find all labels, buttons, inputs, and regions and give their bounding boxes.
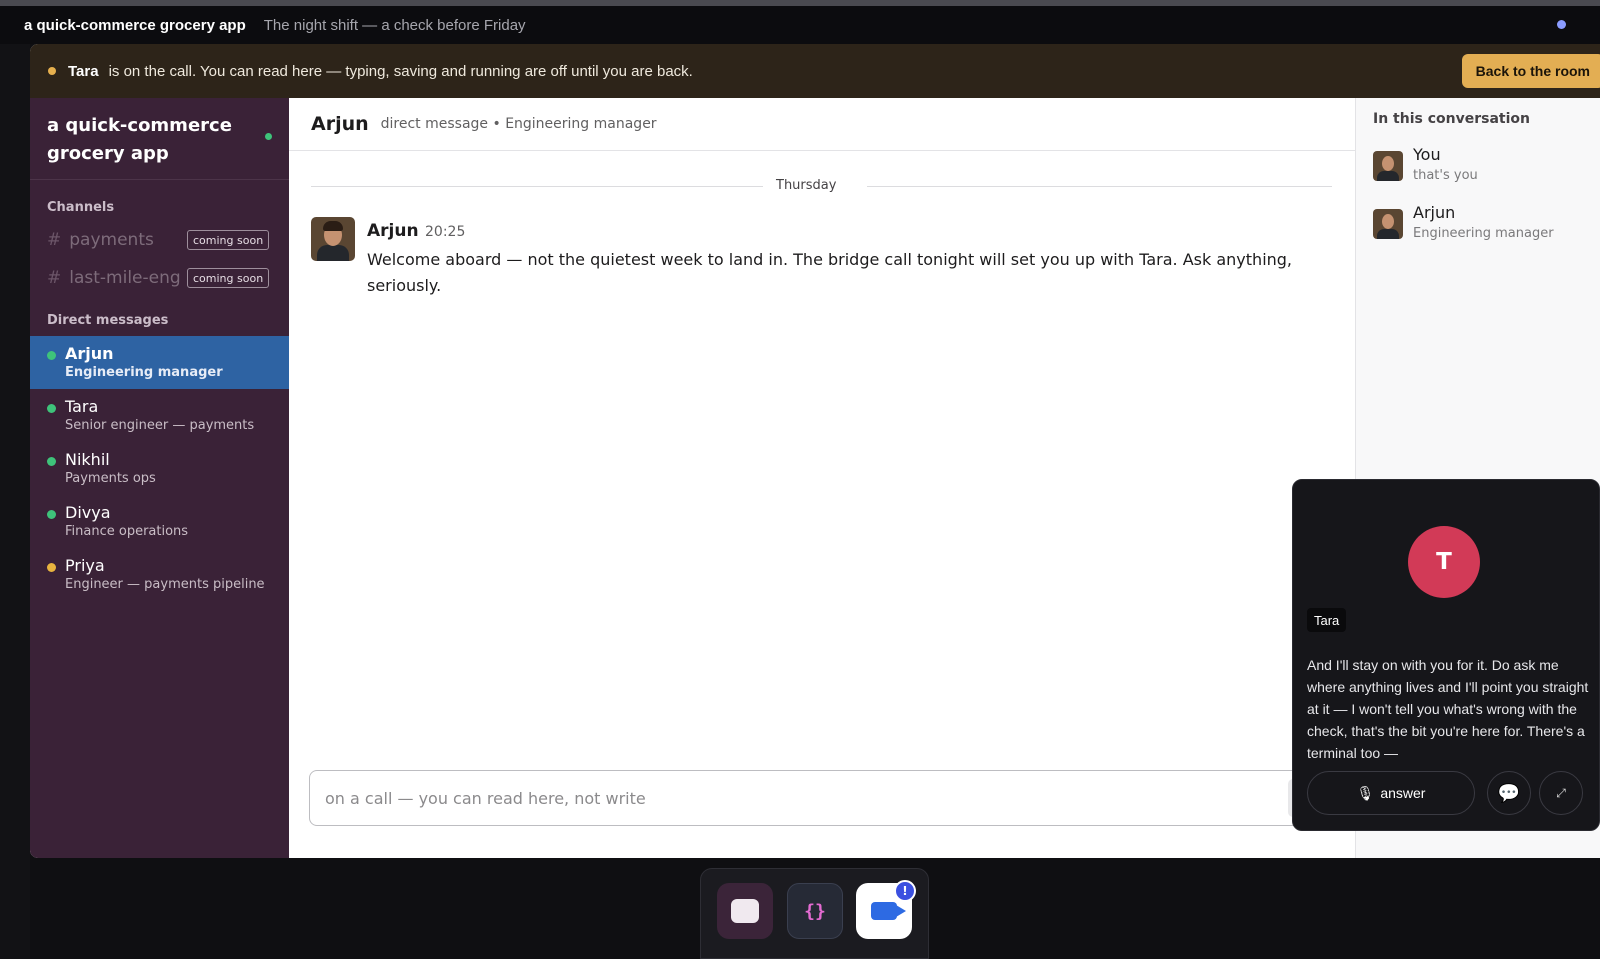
banner-dot xyxy=(48,67,56,75)
online-status-dot xyxy=(47,351,56,360)
expand-button[interactable]: ⤢ xyxy=(1539,771,1583,815)
workspace-header[interactable]: a quick-commerce grocery app xyxy=(30,98,289,180)
online-status-dot xyxy=(47,404,56,413)
dm-role: Engineering manager xyxy=(65,365,223,380)
member-arjun[interactable]: Arjun Engineering manager xyxy=(1356,203,1600,261)
app-dock: {} ! xyxy=(700,868,929,959)
avatar-body xyxy=(317,245,349,261)
dm-role: Payments ops xyxy=(65,471,156,486)
online-status-dot xyxy=(47,457,56,466)
sidebar: a quick-commerce grocery app Channels # … xyxy=(30,98,289,858)
caller-avatar: T xyxy=(1408,526,1480,598)
dm-role: Engineer — payments pipeline xyxy=(65,577,265,592)
left-edge xyxy=(0,44,30,959)
avatar-body xyxy=(1377,171,1399,181)
member-role: that's you xyxy=(1413,168,1478,183)
expand-icon: ⤢ xyxy=(1556,785,1566,800)
dm-priya[interactable]: Priya Engineer — payments pipeline xyxy=(30,548,289,601)
notification-badge: ! xyxy=(894,880,916,902)
dm-name: Divya xyxy=(65,503,111,522)
away-status-dot xyxy=(47,563,56,572)
microphone-icon: 🎙 xyxy=(1356,784,1375,801)
dm-tara[interactable]: Tara Senior engineer — payments xyxy=(30,389,289,442)
message-text: Welcome aboard — not the quietest week t… xyxy=(367,250,1293,295)
avatar-body xyxy=(1377,229,1399,239)
banner-caller: Tara xyxy=(68,62,99,80)
channel-payments[interactable]: # payments coming soon xyxy=(30,221,289,259)
channel-last-mile-eng[interactable]: # last-mile-eng coming soon xyxy=(30,259,289,297)
day-divider: Thursday xyxy=(311,176,1332,196)
message-time: 20:25 xyxy=(425,224,466,240)
day-label: Thursday xyxy=(776,178,837,193)
dm-divya[interactable]: Divya Finance operations xyxy=(30,495,289,548)
avatar[interactable] xyxy=(311,217,355,261)
app-title: a quick-commerce grocery app xyxy=(24,16,246,34)
call-banner: Tara is on the call. You can read here —… xyxy=(30,44,1600,98)
status-dot xyxy=(1557,20,1566,29)
camera-icon xyxy=(871,902,906,920)
hash-icon: # xyxy=(47,268,62,288)
member-name: You xyxy=(1413,145,1441,164)
answer-label: answer xyxy=(1380,785,1426,801)
hash-icon: # xyxy=(47,230,62,250)
dm-name: Nikhil xyxy=(65,450,110,469)
divider-line xyxy=(311,186,763,187)
avatar-face xyxy=(1382,214,1394,229)
workspace-name: a quick-commerce grocery app xyxy=(47,115,232,164)
chat-bubble-icon: 💬 xyxy=(1497,782,1521,804)
channel-name: last-mile-eng xyxy=(69,268,181,288)
chat-main: Arjun direct message • Engineering manag… xyxy=(289,98,1355,858)
back-to-room-button[interactable]: Back to the room xyxy=(1461,54,1600,88)
code-editor-icon[interactable]: {} xyxy=(787,883,843,939)
channels-heading: Channels xyxy=(47,200,115,215)
composer-placeholder: on a call — you can read here, not write xyxy=(325,788,646,808)
dm-name: Arjun xyxy=(65,344,114,363)
chat-bubble-icon xyxy=(731,899,759,923)
dm-name: Tara xyxy=(65,397,99,416)
channel-name: payments xyxy=(69,230,154,250)
member-role: Engineering manager xyxy=(1413,226,1554,241)
conversation-title: In this conversation xyxy=(1373,111,1530,127)
banner-message: is on the call. You can read here — typi… xyxy=(108,62,693,80)
coming-soon-badge: coming soon xyxy=(187,268,270,288)
chat-header: Arjun direct message • Engineering manag… xyxy=(289,98,1355,151)
dm-role: Finance operations xyxy=(65,524,189,539)
call-transcript: And I'll stay on with you for it. Do ask… xyxy=(1307,657,1589,761)
dm-nikhil[interactable]: Nikhil Payments ops xyxy=(30,442,289,495)
message-author[interactable]: Arjun xyxy=(367,221,419,241)
chat-bubble-button[interactable]: 💬 xyxy=(1487,771,1531,815)
chat-subtitle: direct message • Engineering manager xyxy=(380,116,657,132)
coming-soon-badge: coming soon xyxy=(187,230,270,250)
online-status-dot xyxy=(47,510,56,519)
caller-name-tag: Tara xyxy=(1307,608,1347,632)
chat-app-icon[interactable] xyxy=(717,883,773,939)
title-bar: a quick-commerce grocery app The night s… xyxy=(0,6,1600,44)
chat-title: Arjun xyxy=(311,113,369,135)
avatar-face xyxy=(1382,156,1394,171)
dm-role: Senior engineer — payments xyxy=(65,418,255,433)
code-braces-icon: {} xyxy=(804,900,826,922)
dms-heading: Direct messages xyxy=(47,313,169,328)
online-indicator xyxy=(265,133,272,140)
dm-name: Priya xyxy=(65,556,105,575)
member-name: Arjun xyxy=(1413,203,1456,222)
answer-button[interactable]: 🎙 answer xyxy=(1307,771,1475,815)
divider-line xyxy=(867,186,1332,187)
avatar-hair xyxy=(323,221,343,231)
message-composer[interactable]: on a call — you can read here, not write… xyxy=(309,770,1338,826)
dm-arjun[interactable]: Arjun Engineering manager xyxy=(30,336,289,389)
avatar xyxy=(1373,209,1403,239)
call-panel: T Tara And I'll stay on with you for it.… xyxy=(1292,479,1600,831)
avatar xyxy=(1373,151,1403,181)
member-you[interactable]: You that's you xyxy=(1356,145,1600,203)
app-subtitle: The night shift — a check before Friday xyxy=(263,16,526,34)
